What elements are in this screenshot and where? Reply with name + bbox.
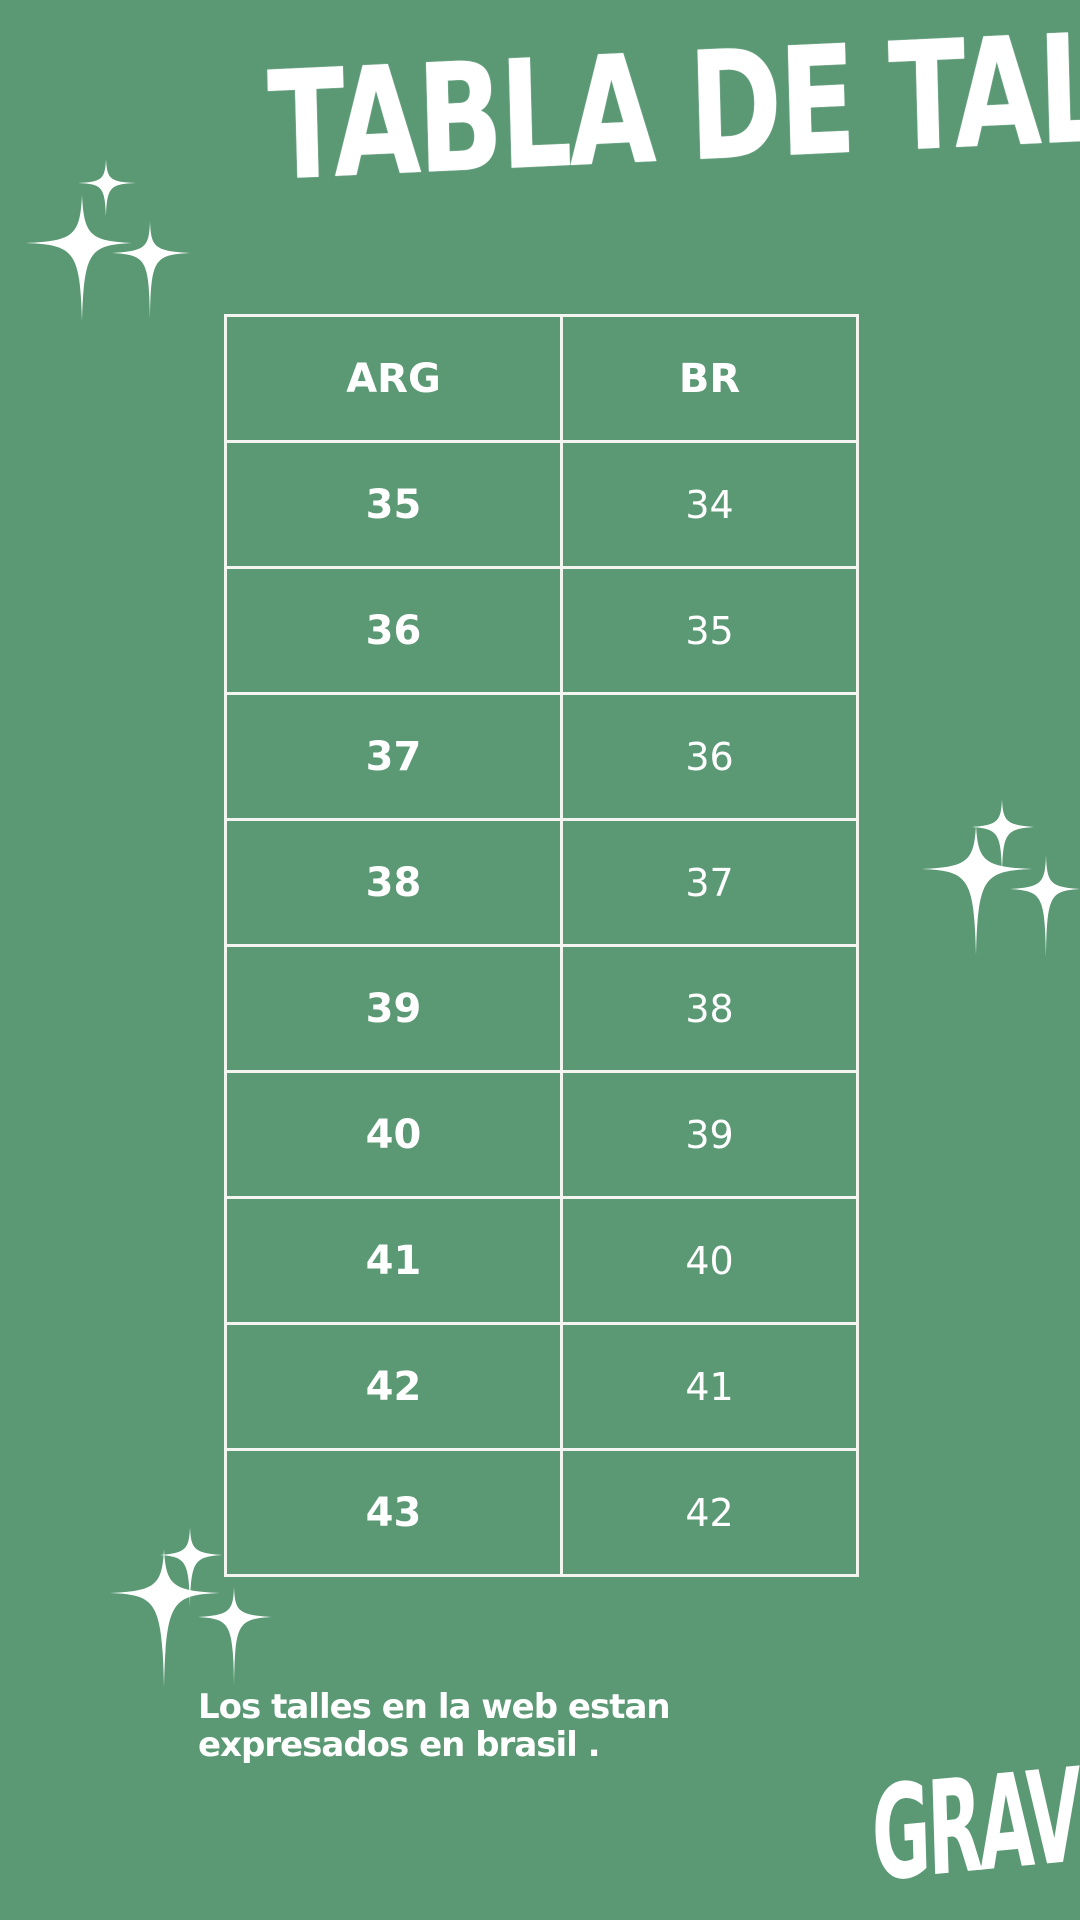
sparkle-icon-top-left (26, 159, 190, 321)
br-size-cell: 34 (560, 440, 859, 569)
table-row: 37 36 (224, 692, 859, 821)
column-header-arg: ARG (224, 314, 563, 443)
table-row: 40 39 (224, 1070, 859, 1199)
br-size-cell: 40 (560, 1196, 859, 1325)
arg-size-cell: 37 (224, 692, 563, 821)
table-row: 41 40 (224, 1196, 859, 1325)
arg-size-cell: 39 (224, 944, 563, 1073)
arg-size-cell: 35 (224, 440, 563, 569)
page-title: TABLA DE TALLES (266, 0, 1080, 215)
table-row: 39 38 (224, 944, 859, 1073)
table-row: 36 35 (224, 566, 859, 695)
column-header-br: BR (560, 314, 859, 443)
arg-size-cell: 41 (224, 1196, 563, 1325)
table-row: 42 41 (224, 1322, 859, 1451)
br-size-cell: 35 (560, 566, 859, 695)
table-row: 43 42 (224, 1448, 859, 1577)
size-note: Los talles en la web estan expresados en… (198, 1687, 671, 1765)
br-size-cell: 36 (560, 692, 859, 821)
table-row: 38 37 (224, 818, 859, 947)
brand-logo: GRAV (869, 1739, 1080, 1911)
br-size-cell: 42 (560, 1448, 859, 1577)
sparkle-icon-right (922, 799, 1080, 957)
arg-size-cell: 42 (224, 1322, 563, 1451)
table-header-row: ARG BR (224, 314, 859, 443)
arg-size-cell: 36 (224, 566, 563, 695)
br-size-cell: 38 (560, 944, 859, 1073)
size-table: ARG BR 35 34 36 35 37 36 38 37 39 38 40 … (224, 314, 859, 1577)
br-size-cell: 41 (560, 1322, 859, 1451)
arg-size-cell: 43 (224, 1448, 563, 1577)
table-row: 35 34 (224, 440, 859, 569)
arg-size-cell: 40 (224, 1070, 563, 1199)
br-size-cell: 39 (560, 1070, 859, 1199)
br-size-cell: 37 (560, 818, 859, 947)
arg-size-cell: 38 (224, 818, 563, 947)
